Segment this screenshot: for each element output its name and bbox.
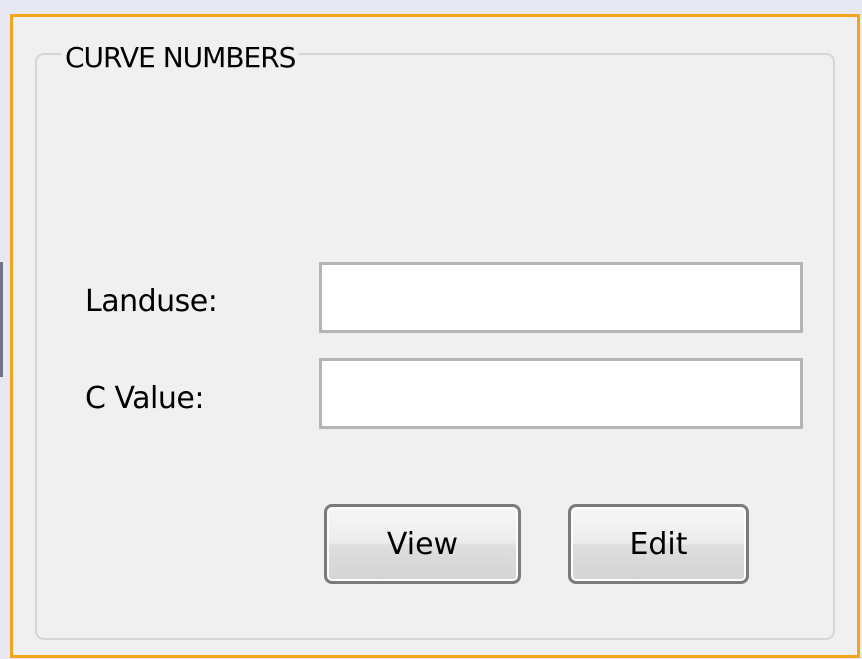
groupbox-title: CURVE NUMBERS bbox=[61, 39, 300, 77]
landuse-label: Landuse: bbox=[85, 284, 218, 319]
c-value-input[interactable] bbox=[319, 358, 803, 429]
window-edge-fragment bbox=[0, 262, 3, 377]
view-button[interactable]: View bbox=[324, 504, 521, 584]
edit-button[interactable]: Edit bbox=[568, 504, 749, 584]
c-value-label: C Value: bbox=[85, 381, 204, 416]
curve-numbers-panel: CURVE NUMBERS Landuse: C Value: View Edi… bbox=[10, 14, 860, 658]
landuse-input[interactable] bbox=[319, 262, 803, 333]
